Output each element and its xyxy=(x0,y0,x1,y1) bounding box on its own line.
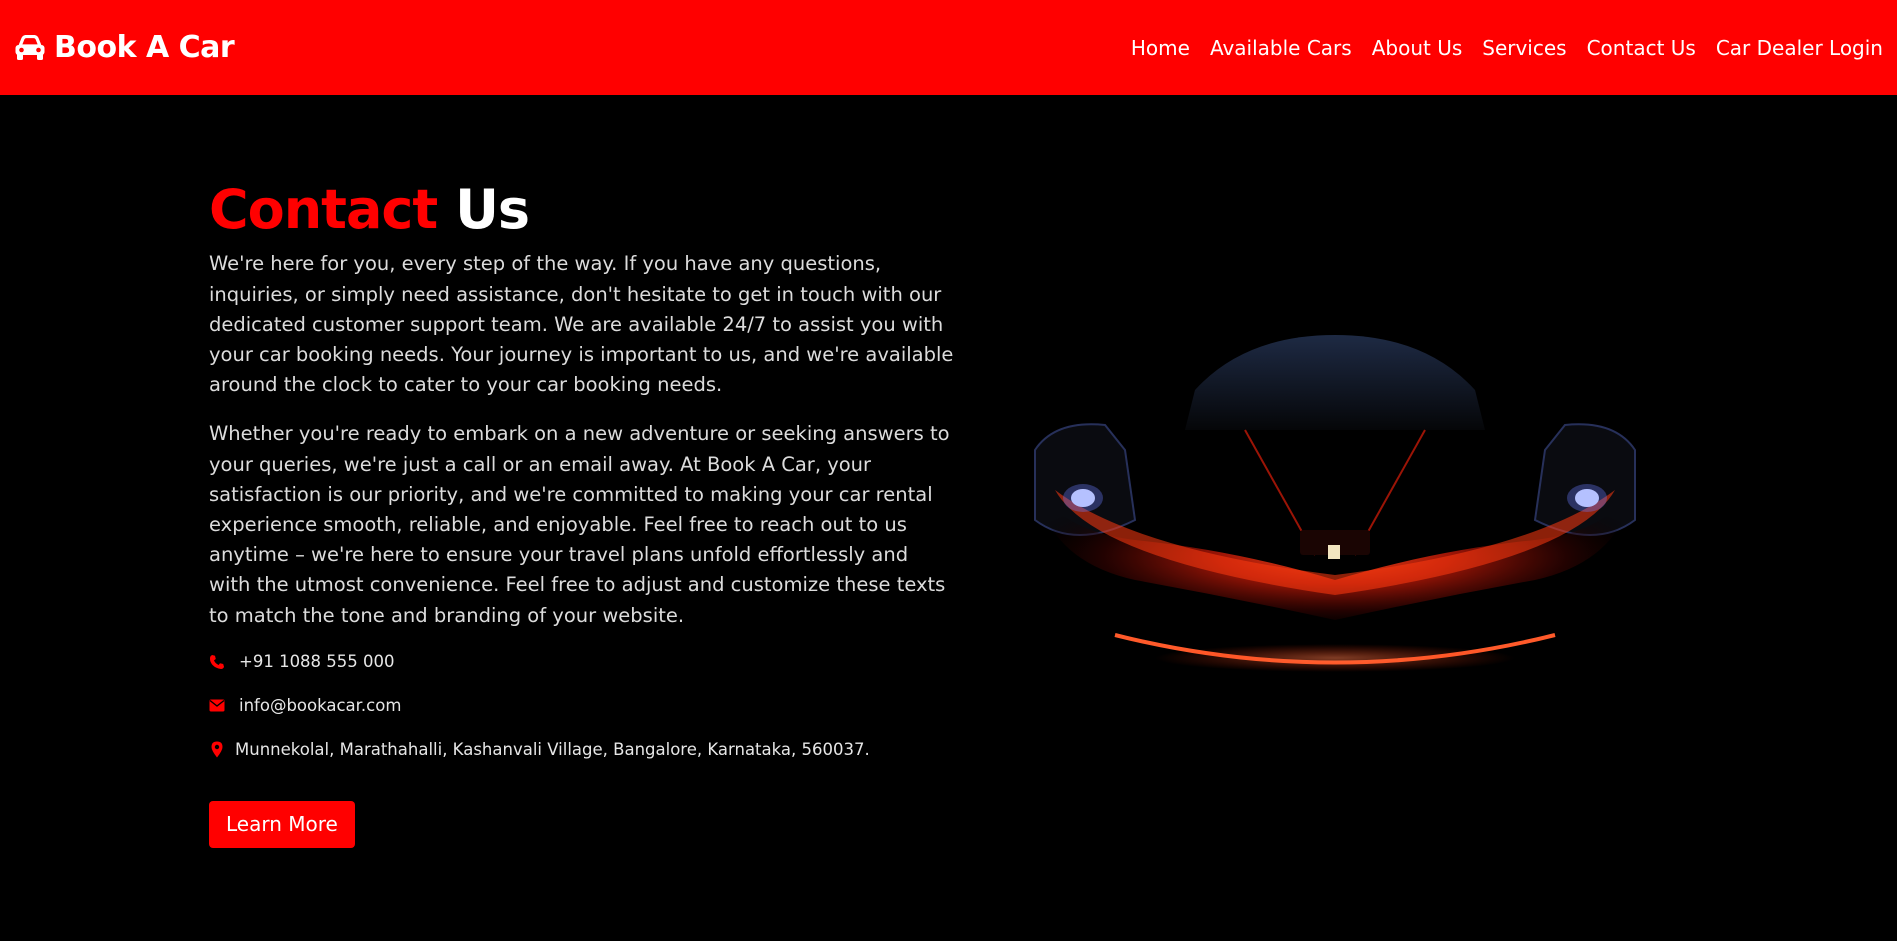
contact-section: Contact Us We're here for you, every ste… xyxy=(209,180,954,848)
brand-name: Book A Car xyxy=(54,30,235,65)
nav-contact-us[interactable]: Contact Us xyxy=(1587,36,1696,60)
car-icon xyxy=(14,34,46,61)
nav-car-dealer-login[interactable]: Car Dealer Login xyxy=(1716,36,1883,60)
sports-car-image xyxy=(1015,320,1655,690)
map-marker-icon xyxy=(209,741,225,758)
contact-email: info@bookacar.com xyxy=(209,693,954,719)
page-title: Contact Us xyxy=(209,180,954,239)
title-rest: Us xyxy=(455,178,530,241)
navbar: Book A Car Home Available Cars About Us … xyxy=(0,0,1897,95)
phone-text: +91 1088 555 000 xyxy=(239,652,395,672)
nav-about-us[interactable]: About Us xyxy=(1372,36,1463,60)
contact-address: Munnekolal, Marathahalli, Kashanvali Vil… xyxy=(209,737,954,763)
main-nav: Home Available Cars About Us Services Co… xyxy=(1131,36,1883,60)
address-text: Munnekolal, Marathahalli, Kashanvali Vil… xyxy=(235,740,870,760)
nav-services[interactable]: Services xyxy=(1482,36,1566,60)
detail-paragraph: Whether you're ready to embark on a new … xyxy=(209,422,950,627)
envelope-icon xyxy=(209,699,225,712)
email-text: info@bookacar.com xyxy=(239,696,402,716)
title-accent: Contact xyxy=(209,178,438,241)
brand-logo[interactable]: Book A Car xyxy=(14,30,235,65)
learn-more-button[interactable]: Learn More xyxy=(209,800,355,848)
phone-icon xyxy=(209,654,225,670)
nav-available-cars[interactable]: Available Cars xyxy=(1210,36,1352,60)
contact-phone: +91 1088 555 000 xyxy=(209,649,954,675)
intro-paragraph: We're here for you, every step of the wa… xyxy=(209,252,954,397)
nav-home[interactable]: Home xyxy=(1131,36,1190,60)
